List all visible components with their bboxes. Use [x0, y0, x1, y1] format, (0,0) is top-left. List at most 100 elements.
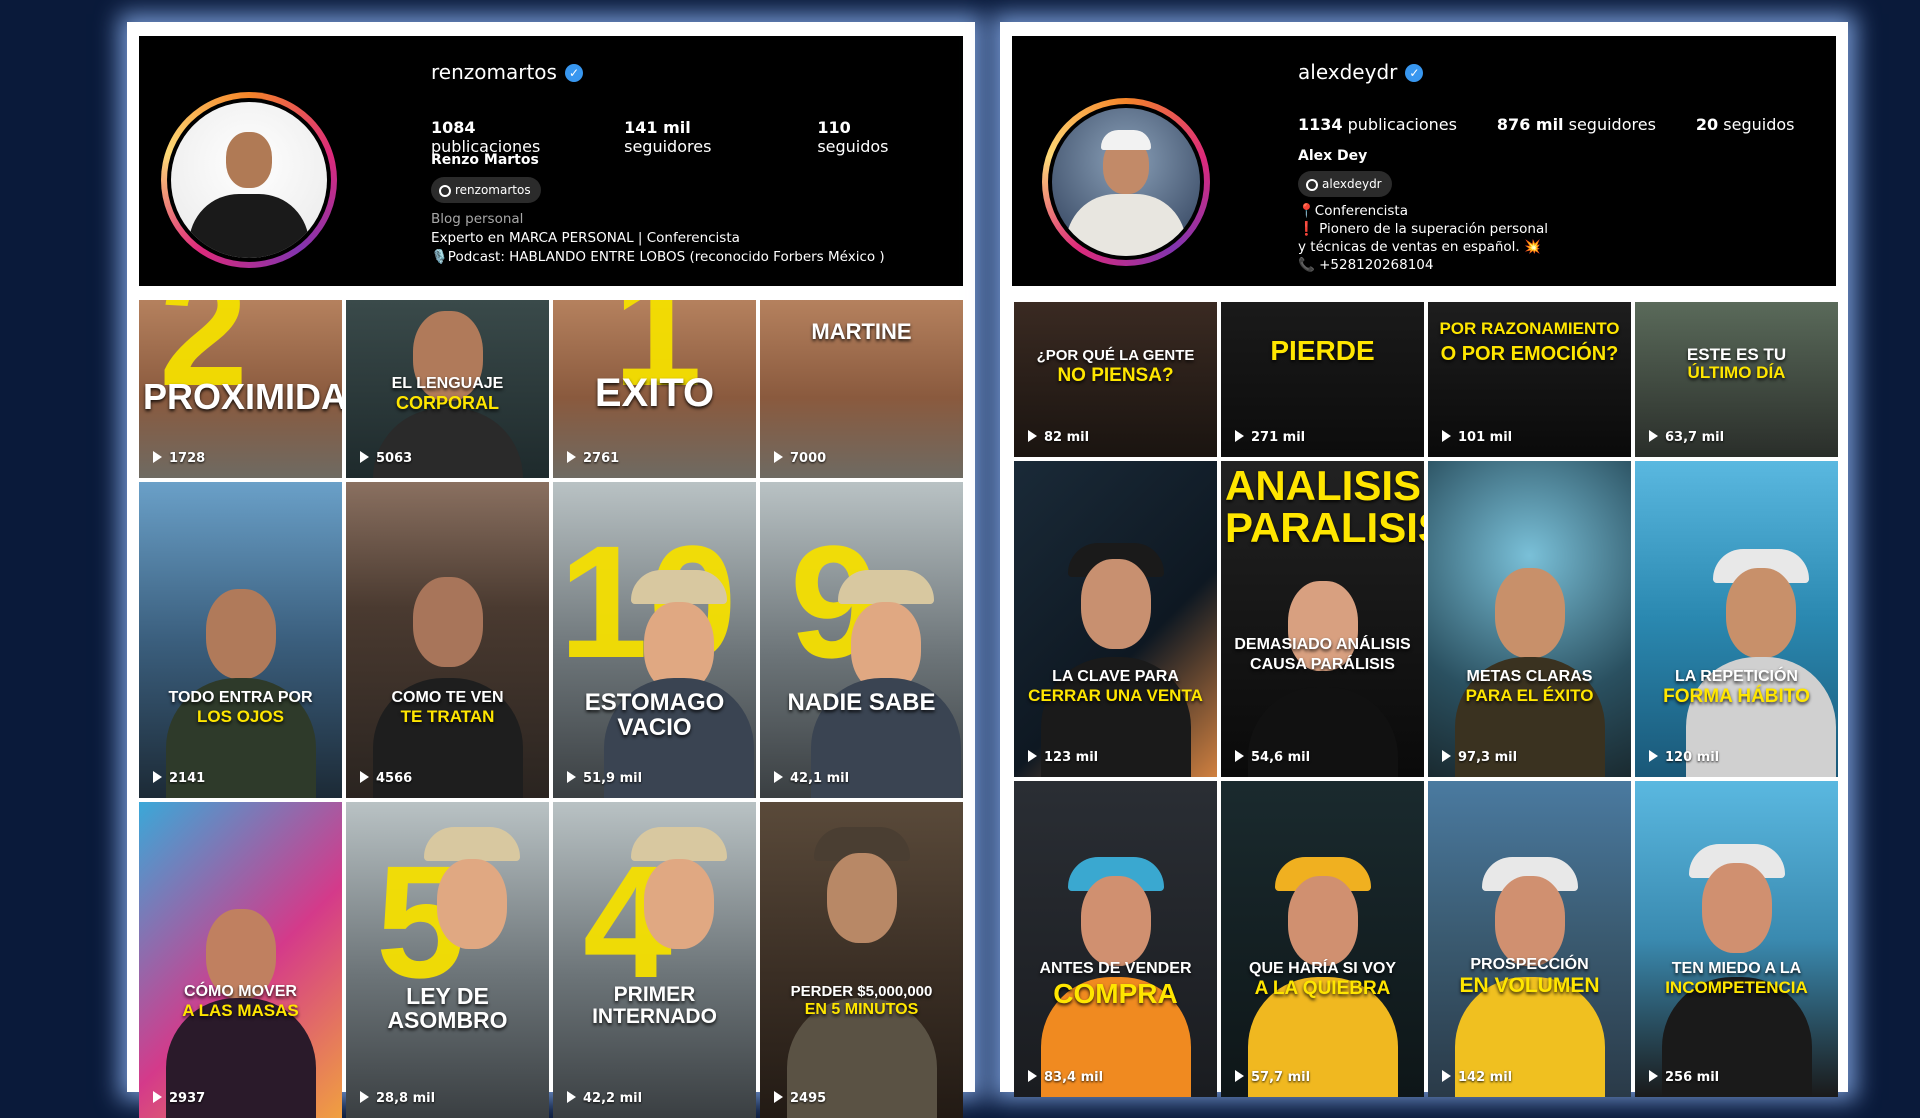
reel-tile[interactable]: METAS CLARAS PARA EL ÉXITO 97,3 mil	[1428, 461, 1631, 777]
play-count: 28,8 mil	[360, 1091, 435, 1106]
play-icon	[567, 771, 576, 783]
play-count: 51,9 mil	[567, 771, 642, 786]
reel-tile[interactable]: MARTINE 7000	[760, 300, 963, 478]
tile-top-title: ANALISIS PARALISIS	[1225, 462, 1424, 551]
play-icon	[153, 771, 162, 783]
reel-tile[interactable]: EL LENGUAJE CORPORAL 5063	[346, 300, 549, 478]
verified-badge-icon: ✓	[564, 64, 583, 82]
reel-tile[interactable]: CÓMO MOVER A LAS MASAS 2937	[139, 802, 342, 1118]
reel-tile[interactable]: ¿POR QUÉ LA GENTE NO PIENSA? 82 mil	[1014, 302, 1217, 457]
threads-handle: alexdeydr	[1322, 177, 1382, 191]
threads-link[interactable]: renzomartos	[431, 177, 541, 203]
reel-tile[interactable]: LA CLAVE PARA CERRAR UNA VENTA 123 mil	[1014, 461, 1217, 777]
reel-tile[interactable]: ANALISIS PARALISIS DEMASIADO ANÁLISIS CA…	[1221, 461, 1424, 777]
play-count: 83,4 mil	[1028, 1070, 1103, 1085]
reel-tile[interactable]: LA REPETICIÓN FORMA HÁBITO 120 mil	[1635, 461, 1838, 777]
tile-caption: ANTES DE VENDER	[1039, 960, 1192, 977]
play-count: 1728	[153, 451, 205, 466]
username[interactable]: alexdeydr	[1298, 60, 1397, 84]
play-icon	[1028, 750, 1037, 762]
tile-caption: PROSPECCIÓN	[1470, 956, 1589, 973]
tile-caption: LA REPETICIÓN	[1675, 668, 1798, 685]
reel-tile[interactable]: PROSPECCIÓN EN VOLUMEN 142 mil	[1428, 781, 1631, 1097]
tile-caption-highlight: FORMA HÁBITO	[1663, 686, 1810, 707]
reel-tile[interactable]: 4 PRIMER INTERNADO 42,2 mil	[553, 802, 756, 1118]
reel-tile[interactable]: PIERDE 271 mil	[1221, 302, 1424, 457]
play-icon	[153, 1091, 162, 1103]
bio: Blog personal Experto en MARCA PERSONAL …	[431, 210, 885, 267]
play-count: 256 mil	[1649, 1070, 1719, 1085]
tile-caption-highlight: A LA QUIEBRA	[1254, 978, 1391, 999]
username-row: renzomartos ✓	[431, 60, 583, 84]
tile-caption-highlight: EN VOLUMEN	[1459, 974, 1600, 997]
tile-caption: EXITO	[594, 371, 715, 415]
tile-caption: ¿POR QUÉ LA GENTE	[1036, 347, 1195, 364]
play-icon	[153, 451, 162, 463]
play-icon	[1235, 750, 1244, 762]
play-count: 97,3 mil	[1442, 750, 1517, 765]
play-count: 82 mil	[1028, 430, 1089, 445]
reel-tile[interactable]: POR RAZONAMIENTO O POR EMOCIÓN? 101 mil	[1428, 302, 1631, 457]
tile-caption-highlight: CORPORAL	[396, 393, 499, 413]
phone-link[interactable]: 📞 +528120268104	[1298, 256, 1548, 274]
play-icon	[1649, 1070, 1658, 1082]
bio-line: ❗ Pionero de la superación personal	[1298, 221, 1548, 237]
reels-grid: 2 PROXIMIDAD 1728 EL LENGUAJE CORPORAL 5…	[139, 300, 963, 1118]
play-icon	[567, 1091, 576, 1103]
reel-tile[interactable]: 10 ESTOMAGO VACIO 51,9 mil	[553, 482, 756, 798]
reel-tile[interactable]: ANTES DE VENDER COMPRA 83,4 mil	[1014, 781, 1217, 1097]
threads-link[interactable]: alexdeydr	[1298, 171, 1392, 197]
play-count: 63,7 mil	[1649, 430, 1724, 445]
play-icon	[1649, 750, 1658, 762]
play-count: 142 mil	[1442, 1070, 1512, 1085]
reel-tile[interactable]: COMO TE VEN TE TRATAN 4566	[346, 482, 549, 798]
play-count: 7000	[774, 451, 826, 466]
reel-tile[interactable]: 9 NADIE SABE 42,1 mil	[760, 482, 963, 798]
tile-caption: PROXIMIDAD	[143, 376, 342, 417]
category-label: Blog personal	[431, 211, 524, 227]
play-count: 54,6 mil	[1235, 750, 1310, 765]
tile-caption: CÓMO MOVER	[184, 983, 297, 1000]
tile-caption: DEMASIADO ANÁLISIS	[1234, 636, 1411, 653]
play-icon	[567, 451, 576, 463]
play-count: 4566	[360, 771, 412, 786]
tile-caption-highlight: ÚLTIMO DÍA	[1687, 363, 1786, 382]
play-icon	[774, 771, 783, 783]
tile-caption-highlight: PARA EL ÉXITO	[1465, 686, 1594, 705]
reel-tile[interactable]: PERDER $5,000,000 EN 5 MINUTOS 2495	[760, 802, 963, 1118]
tile-caption: EL LENGUAJE	[391, 375, 504, 392]
followers-count[interactable]: 876 mil seguidores	[1497, 115, 1656, 134]
play-icon	[1028, 430, 1037, 442]
tile-caption: ESTOMAGO VACIO	[584, 689, 725, 742]
username[interactable]: renzomartos	[431, 60, 557, 84]
play-icon	[774, 451, 783, 463]
threads-icon	[1306, 179, 1318, 191]
tile-caption: PRIMER INTERNADO	[592, 983, 717, 1029]
following-count[interactable]: 20 seguidos	[1696, 115, 1795, 134]
reel-tile[interactable]: 2 PROXIMIDAD 1728	[139, 300, 342, 478]
play-count: 120 mil	[1649, 750, 1719, 765]
play-icon	[1442, 430, 1451, 442]
reel-tile[interactable]: 5 LEY DE ASOMBRO 28,8 mil	[346, 802, 549, 1118]
tile-caption-highlight: O POR EMOCIÓN?	[1440, 343, 1619, 365]
play-icon	[774, 1091, 783, 1103]
story-ring[interactable]	[161, 92, 337, 268]
reel-tile[interactable]: TEN MIEDO A LA INCOMPETENCIA 256 mil	[1635, 781, 1838, 1097]
play-count: 42,1 mil	[774, 771, 849, 786]
reel-tile[interactable]: QUE HARÍA SI VOY A LA QUIEBRA 57,7 mil	[1221, 781, 1424, 1097]
play-count: 2141	[153, 771, 205, 786]
reel-tile[interactable]: 1 EXITO 2761	[553, 300, 756, 478]
story-ring[interactable]	[1042, 98, 1210, 266]
left-profile-panel: renzomartos ✓ 1084 publicaciones 141 mil …	[127, 22, 975, 1118]
followers-count[interactable]: 141 mil seguidores	[624, 118, 777, 156]
play-icon	[1649, 430, 1658, 442]
reels-grid: ¿POR QUÉ LA GENTE NO PIENSA? 82 mil PIER…	[1014, 302, 1838, 1097]
tile-caption: LEY DE ASOMBRO	[387, 983, 508, 1034]
play-count: 271 mil	[1235, 430, 1305, 445]
posts-count: 1134 publicaciones	[1298, 115, 1457, 134]
reel-tile[interactable]: ESTE ES TU ÚLTIMO DÍA 63,7 mil	[1635, 302, 1838, 457]
bio: 📍Conferencista ❗ Pionero de la superació…	[1298, 202, 1548, 274]
reel-tile[interactable]: TODO ENTRA POR LOS OJOS 2141	[139, 482, 342, 798]
right-profile-panel: alexdeydr ✓ 1134 publicaciones 876 mil se…	[1000, 22, 1848, 1097]
following-count[interactable]: 110 seguidos	[817, 118, 923, 156]
